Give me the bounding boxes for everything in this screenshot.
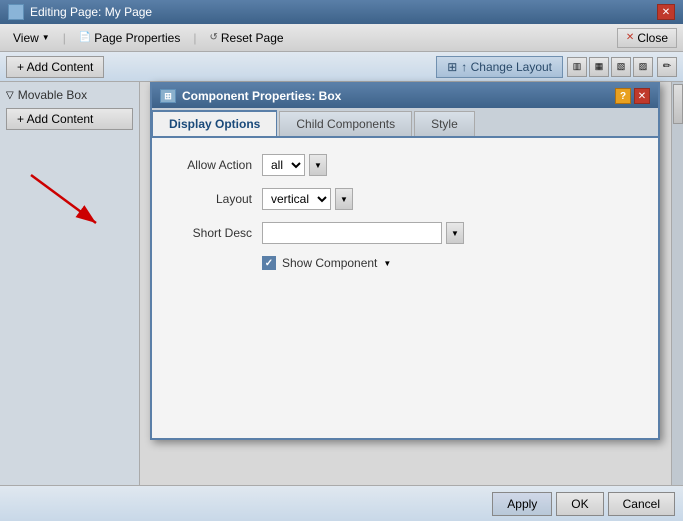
layout-icon-2[interactable]: ▦ [589, 57, 609, 77]
ok-label: OK [571, 497, 588, 511]
tab-display-options-label: Display Options [169, 117, 260, 131]
dialog-close-btn[interactable]: ✕ [634, 88, 650, 104]
toolbar: + Add Content ⊞ ↑ Change Layout ▥ ▦ ▧ ▨ … [0, 52, 683, 82]
add-content-left-label: + Add Content [17, 112, 93, 126]
change-layout-label: ↑ Change Layout [461, 60, 552, 74]
layout-select[interactable]: vertical [262, 188, 331, 210]
dialog-help-btn[interactable]: ? [615, 88, 631, 104]
scrollbar-thumb[interactable] [673, 84, 683, 124]
dialog-area: ⊞ Component Properties: Box ? ✕ Display … [140, 82, 683, 485]
apply-btn[interactable]: Apply [492, 492, 552, 516]
tab-style-label: Style [431, 117, 458, 131]
short-desc-arrow-btn[interactable]: ▼ [446, 222, 464, 244]
layout-controls: vertical ▼ [262, 188, 353, 210]
dialog-content: Allow Action all ▼ Layout vertical [152, 138, 658, 438]
dialog-component-icon: ⊞ [160, 89, 176, 103]
menu-bar: View ▼ | 📄 Page Properties | ↺ Reset Pag… [0, 24, 683, 52]
left-panel: ▽ Movable Box + Add Content [0, 82, 140, 485]
apply-label: Apply [507, 497, 537, 511]
allow-action-row: Allow Action all ▼ [172, 154, 638, 176]
dialog-title-bar: ⊞ Component Properties: Box ? ✕ [152, 84, 658, 108]
page-properties-btn[interactable]: 📄 Page Properties [72, 28, 188, 48]
dialog-title-text: Component Properties: Box [182, 89, 341, 103]
page-name: My Page [105, 5, 152, 19]
allow-action-label: Allow Action [172, 158, 252, 172]
add-content-top-label: + Add Content [17, 60, 93, 74]
bottom-bar: Apply OK Cancel [0, 485, 683, 521]
page-properties-label: Page Properties [94, 31, 180, 45]
show-component-checkbox[interactable] [262, 256, 276, 270]
short-desc-label: Short Desc [172, 226, 252, 240]
menu-bar-left: View ▼ | 📄 Page Properties | ↺ Reset Pag… [6, 28, 291, 48]
tab-style[interactable]: Style [414, 111, 475, 136]
reset-page-label: Reset Page [221, 31, 284, 45]
show-component-label: Show Component [282, 256, 377, 270]
cancel-btn[interactable]: Cancel [608, 492, 675, 516]
short-desc-row: Short Desc ▼ [172, 222, 638, 244]
app-icon [8, 4, 24, 20]
show-component-row: Show Component ▼ [262, 256, 638, 270]
component-properties-dialog: ⊞ Component Properties: Box ? ✕ Display … [150, 82, 660, 440]
allow-action-select[interactable]: all [262, 154, 305, 176]
show-component-dropdown-icon[interactable]: ▼ [383, 259, 391, 268]
layout-arrow-btn[interactable]: ▼ [335, 188, 353, 210]
edit-icon[interactable]: ✏ [657, 57, 677, 77]
movable-box-header: ▽ Movable Box [6, 88, 133, 102]
layout-icon-3[interactable]: ▧ [611, 57, 631, 77]
layout-row: Layout vertical ▼ [172, 188, 638, 210]
view-arrow-icon: ▼ [42, 33, 50, 42]
ok-btn[interactable]: OK [556, 492, 603, 516]
short-desc-input[interactable] [262, 222, 442, 244]
expand-icon[interactable]: ▽ [6, 90, 14, 101]
layout-label: Layout [172, 192, 252, 206]
short-desc-controls: ▼ [262, 222, 464, 244]
layout-icons: ▥ ▦ ▧ ▨ [567, 57, 653, 77]
reset-page-btn[interactable]: ↺ Reset Page [202, 28, 290, 48]
movable-box-label: Movable Box [18, 88, 87, 102]
tab-child-components[interactable]: Child Components [279, 111, 412, 136]
title-bar-text: Editing Page: My Page [30, 5, 152, 19]
layout-icon-1[interactable]: ▥ [567, 57, 587, 77]
add-content-top-btn[interactable]: + Add Content [6, 56, 104, 78]
arrow-indicator [11, 165, 111, 245]
layout-icon-4[interactable]: ▨ [633, 57, 653, 77]
title-bar-close-btn[interactable]: ✕ [657, 4, 675, 20]
close-menu-label: Close [637, 31, 668, 45]
close-menu-btn[interactable]: ✕ Close [617, 28, 677, 48]
layout-icon: ⊞ [447, 60, 457, 74]
tab-display-options[interactable]: Display Options [152, 110, 277, 136]
title-bar: Editing Page: My Page ✕ [0, 0, 683, 24]
dialog-title-left: ⊞ Component Properties: Box [160, 89, 341, 103]
cancel-label: Cancel [623, 497, 660, 511]
tab-child-components-label: Child Components [296, 117, 395, 131]
scrollbar[interactable] [671, 82, 683, 485]
add-content-left-btn[interactable]: + Add Content [6, 108, 133, 130]
dialog-title-right: ? ✕ [615, 88, 650, 104]
view-menu-btn[interactable]: View ▼ [6, 28, 57, 48]
change-layout-btn[interactable]: ⊞ ↑ Change Layout [436, 56, 563, 78]
view-label: View [13, 31, 39, 45]
main-area: ▽ Movable Box + Add Content [0, 82, 683, 485]
allow-action-arrow-btn[interactable]: ▼ [309, 154, 327, 176]
title-bar-left: Editing Page: My Page [8, 4, 152, 20]
editing-label: Editing Page: [30, 5, 101, 19]
allow-action-controls: all ▼ [262, 154, 327, 176]
dialog-tabs: Display Options Child Components Style [152, 108, 658, 138]
